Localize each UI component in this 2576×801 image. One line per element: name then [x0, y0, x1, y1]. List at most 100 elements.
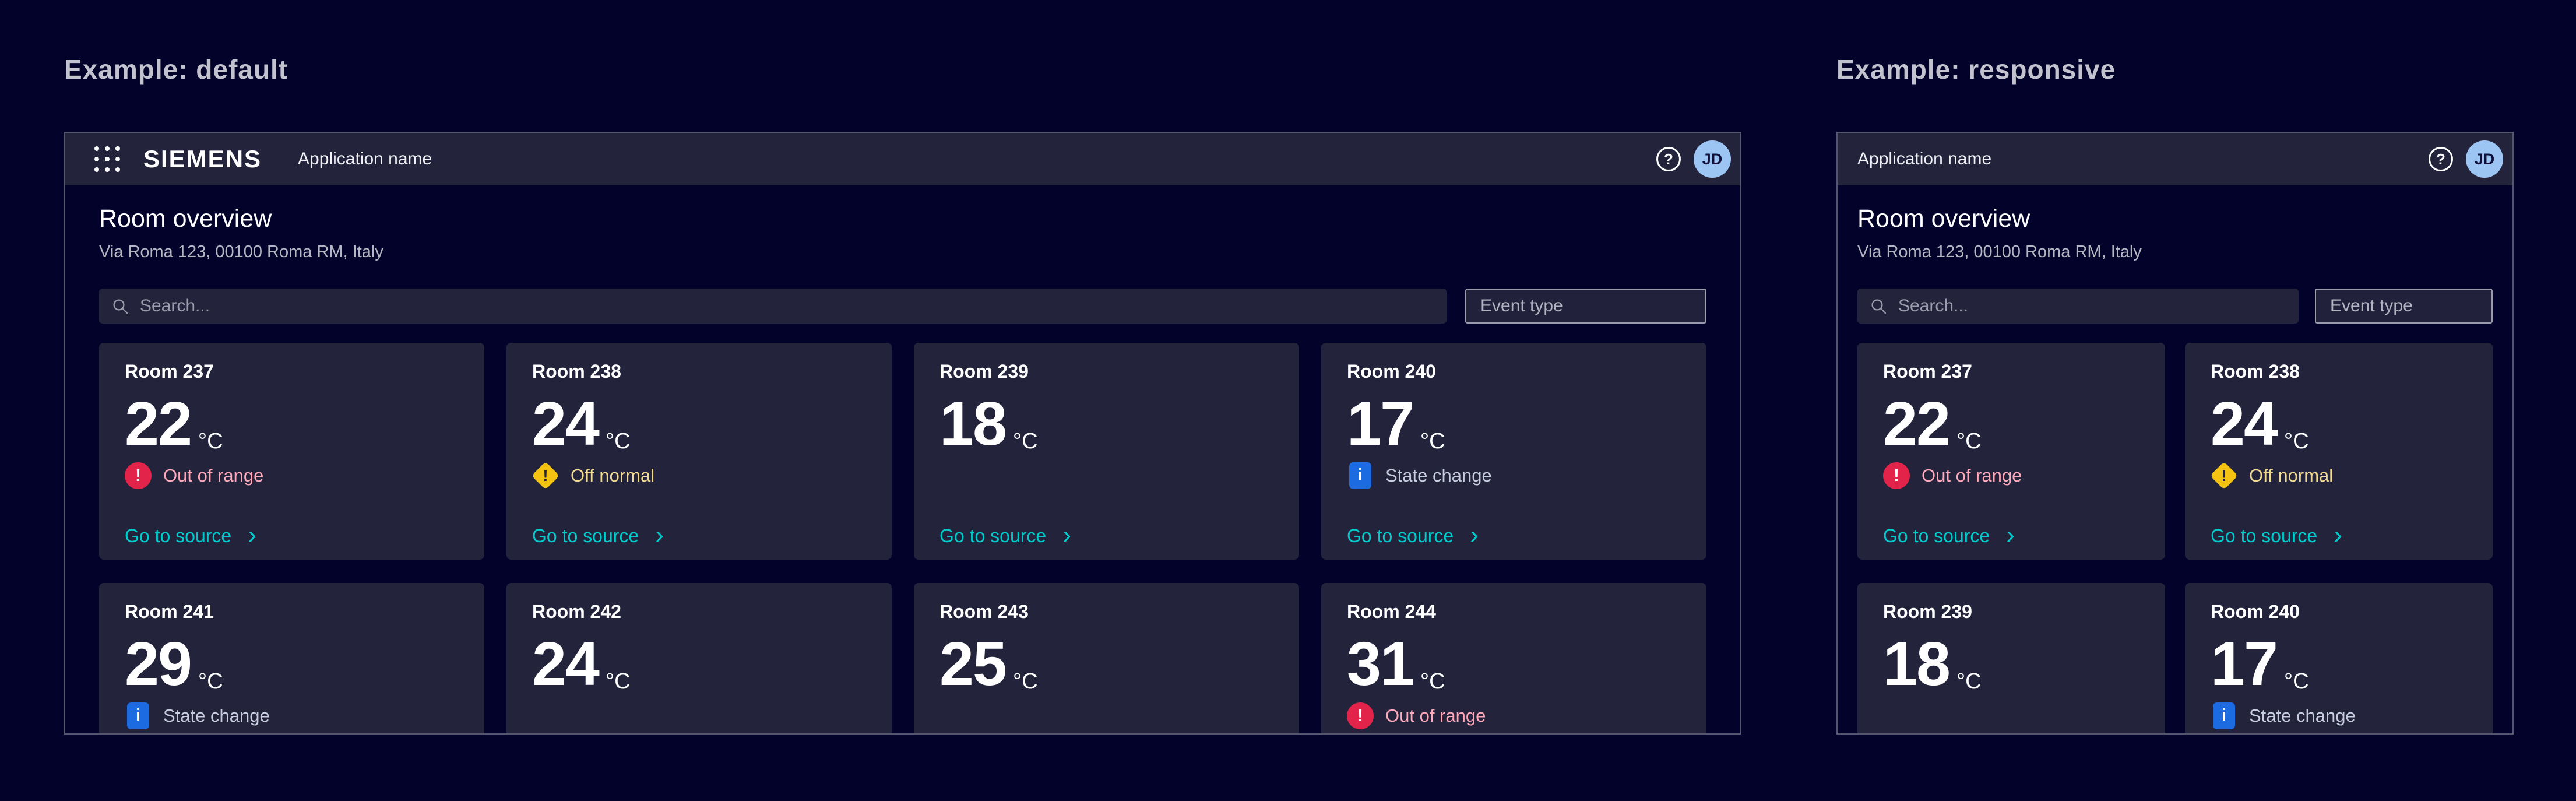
status-label: Out of range	[1385, 705, 1486, 726]
status-label: State change	[2249, 705, 2356, 726]
chevron-right-icon: ›	[655, 526, 664, 544]
room-card: Room 240 17 °C i State change Go to sour…	[2185, 583, 2493, 735]
go-to-source-link[interactable]: Go to source ›	[1347, 525, 1479, 547]
temperature-value: 22	[1883, 399, 1949, 449]
temperature: 29 °C	[125, 639, 223, 690]
room-name: Room 238	[2211, 360, 2300, 382]
room-name: Room 242	[532, 600, 621, 623]
temperature-unit: °C	[1956, 429, 1982, 454]
room-name: Room 240	[1347, 360, 1436, 382]
temperature-unit: °C	[1420, 669, 1445, 694]
room-card: Room 243 25 °C Go to source ›	[914, 583, 1299, 735]
content-area: Room overview Via Roma 123, 00100 Roma R…	[1838, 185, 2512, 735]
filter-row: Event type	[1857, 289, 2493, 324]
page-title: Room overview	[1857, 204, 2493, 234]
status-row: ! Out of range	[1883, 462, 2022, 489]
avatar[interactable]: JD	[2466, 140, 2503, 178]
room-card: Room 244 31 °C ! Out of range Go to sour…	[1321, 583, 1706, 735]
event-type-label: Event type	[1480, 296, 1563, 316]
event-type-label: Event type	[2330, 296, 2413, 316]
status-row: ! Off normal	[2211, 462, 2333, 489]
temperature-unit: °C	[2284, 429, 2309, 454]
room-card: Room 242 24 °C Go to source ›	[506, 583, 892, 735]
go-to-source-link[interactable]: Go to source ›	[939, 525, 1071, 547]
temperature-unit: °C	[1420, 429, 1445, 454]
temperature: 24 °C	[2211, 399, 2309, 449]
status-label: Off normal	[2249, 465, 2333, 486]
app-menu-icon[interactable]	[94, 146, 120, 172]
application-name: Application name	[298, 149, 432, 169]
help-icon[interactable]: ?	[1656, 147, 1681, 171]
status-row: i State change	[2211, 702, 2356, 729]
app-bar: SIEMENS Application name ? JD	[65, 133, 1740, 185]
warning-icon: !	[2210, 462, 2238, 490]
app-window-default: SIEMENS Application name ? JD Room overv…	[64, 132, 1741, 735]
go-to-source-label: Go to source	[939, 525, 1046, 547]
room-card: Room 238 24 °C ! Off normal Go to source…	[2185, 343, 2493, 560]
stage: Example: default SIEMENS Application nam…	[0, 0, 2576, 801]
example-responsive-title: Example: responsive	[1836, 54, 2116, 85]
go-to-source-label: Go to source	[1347, 525, 1454, 547]
siemens-logo: SIEMENS	[143, 145, 262, 173]
room-name: Room 237	[1883, 360, 1972, 382]
temperature: 24 °C	[532, 399, 631, 449]
search-box[interactable]	[1857, 289, 2299, 324]
go-to-source-link[interactable]: Go to source ›	[125, 525, 256, 547]
room-card: Room 238 24 °C ! Off normal Go to source…	[506, 343, 892, 560]
room-card: Room 240 17 °C i State change Go to sour…	[1321, 343, 1706, 560]
temperature: 24 °C	[532, 639, 631, 690]
chevron-right-icon: ›	[2006, 526, 2015, 544]
temperature: 31 °C	[1347, 639, 1445, 690]
temperature: 17 °C	[1347, 399, 1445, 449]
go-to-source-label: Go to source	[125, 525, 231, 547]
search-input[interactable]	[139, 296, 1435, 317]
chevron-right-icon: ›	[1062, 526, 1071, 544]
alarm-icon: !	[125, 462, 152, 489]
go-to-source-link[interactable]: Go to source ›	[1883, 525, 2015, 547]
avatar[interactable]: JD	[1694, 140, 1731, 178]
temperature-value: 24	[2211, 399, 2277, 449]
room-name: Room 240	[2211, 600, 2300, 623]
temperature: 22 °C	[125, 399, 223, 449]
temperature-value: 25	[939, 639, 1006, 690]
temperature: 25 °C	[939, 639, 1038, 690]
temperature-unit: °C	[2284, 669, 2309, 694]
search-input[interactable]	[1897, 296, 2287, 317]
go-to-source-link[interactable]: Go to source ›	[532, 525, 664, 547]
search-icon	[1869, 297, 1888, 315]
search-box[interactable]	[99, 289, 1447, 324]
temperature-value: 17	[1347, 399, 1413, 449]
temperature-unit: °C	[606, 669, 631, 694]
app-window-responsive: Application name ? JD Room overview Via …	[1836, 132, 2514, 735]
temperature-value: 17	[2211, 639, 2277, 690]
room-name: Room 243	[939, 600, 1029, 623]
event-type-select[interactable]: Event type	[1465, 289, 1706, 324]
event-type-select[interactable]: Event type	[2315, 289, 2493, 324]
temperature-unit: °C	[1956, 669, 1982, 694]
room-card-grid: Room 237 22 °C ! Out of range Go to sour…	[1857, 343, 2493, 735]
go-to-source-label: Go to source	[532, 525, 639, 547]
filter-row: Event type	[99, 289, 1706, 324]
temperature-unit: °C	[198, 669, 223, 694]
chevron-right-icon: ›	[248, 526, 256, 544]
application-name: Application name	[1857, 149, 1991, 169]
chevron-right-icon: ›	[1470, 526, 1479, 544]
room-name: Room 239	[939, 360, 1029, 382]
page-subtitle: Via Roma 123, 00100 Roma RM, Italy	[99, 243, 1706, 262]
help-icon[interactable]: ?	[2429, 147, 2453, 171]
info-icon: i	[1349, 462, 1371, 489]
temperature-value: 29	[125, 639, 191, 690]
room-name: Room 237	[125, 360, 214, 382]
temperature-unit: °C	[198, 429, 223, 454]
example-default-title: Example: default	[64, 54, 288, 85]
temperature-unit: °C	[1013, 429, 1038, 454]
search-icon	[111, 297, 129, 315]
alarm-icon: !	[1883, 462, 1910, 489]
temperature-value: 18	[1883, 639, 1949, 690]
room-card: Room 237 22 °C ! Out of range Go to sour…	[99, 343, 484, 560]
go-to-source-link[interactable]: Go to source ›	[2211, 525, 2342, 547]
room-card: Room 237 22 °C ! Out of range Go to sour…	[1857, 343, 2165, 560]
info-icon: i	[2213, 702, 2235, 729]
status-label: State change	[1385, 465, 1492, 486]
temperature-value: 24	[532, 639, 599, 690]
